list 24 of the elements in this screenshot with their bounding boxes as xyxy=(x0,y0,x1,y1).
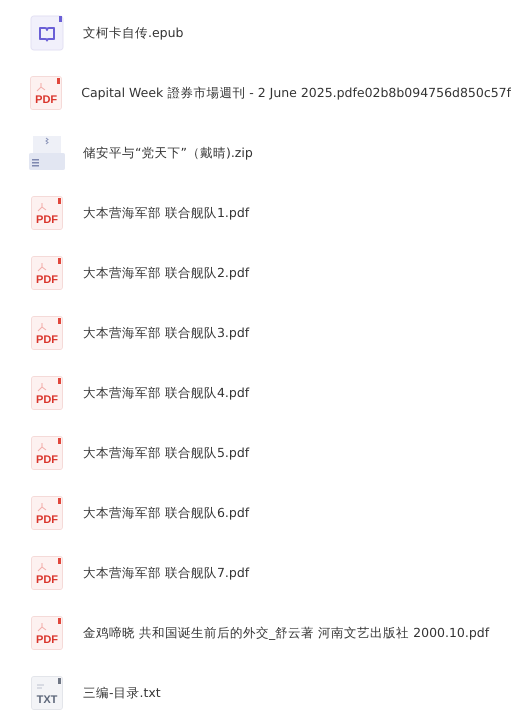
pdf-file-icon: PDF xyxy=(30,76,62,110)
archive-file-icon xyxy=(28,135,66,171)
file-name[interactable]: 大本营海军部 联合舰队5.pdf xyxy=(83,444,250,462)
pdf-file-icon: PDF xyxy=(31,616,63,650)
pdf-file-icon: PDF xyxy=(31,436,63,470)
pdf-file-icon: PDF xyxy=(31,316,63,350)
file-name[interactable]: 大本营海军部 联合舰队6.pdf xyxy=(83,504,250,522)
file-name[interactable]: 金鸡啼晓 共和国诞生前后的外交_舒云著 河南文艺出版社 2000.10.pdf xyxy=(83,624,490,642)
pdf-file-icon: PDF xyxy=(31,496,63,530)
file-name[interactable]: 大本营海军部 联合舰队2.pdf xyxy=(83,264,250,282)
file-name[interactable]: Capital Week 證券市場週刊 - 2 June 2025.pdfe02b8b094756d850c57f xyxy=(81,84,511,102)
pdf-file-icon: PDF xyxy=(31,376,63,410)
file-name[interactable]: 文柯卡自传.epub xyxy=(83,24,184,42)
pdf-file-icon: PDF xyxy=(31,196,63,230)
pdf-file-icon: PDF xyxy=(31,256,63,290)
text-file-icon: TXT xyxy=(31,676,63,710)
book-file-icon xyxy=(30,15,64,51)
file-name[interactable]: 储安平与“党天下”（戴晴).zip xyxy=(83,144,253,162)
file-name[interactable]: 大本营海军部 联合舰队3.pdf xyxy=(83,324,250,342)
pdf-file-icon: PDF xyxy=(31,556,63,590)
file-name[interactable]: 大本营海军部 联合舰队7.pdf xyxy=(83,564,250,582)
file-name[interactable]: 大本营海军部 联合舰队1.pdf xyxy=(83,204,250,222)
file-name[interactable]: 大本营海军部 联合舰队4.pdf xyxy=(83,384,250,402)
file-name[interactable]: 三编-目录.txt xyxy=(83,684,161,702)
